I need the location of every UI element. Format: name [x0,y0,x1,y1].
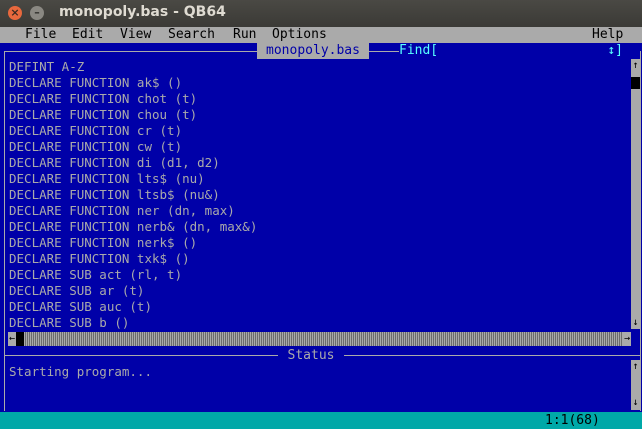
editor-frame-right [640,51,641,411]
close-window-button[interactable]: × [8,6,22,20]
minimize-window-button[interactable]: – [30,6,44,20]
code-line: DECLARE FUNCTION nerb& (dn, max&) [9,219,258,234]
horizontal-scroll-thumb[interactable] [16,332,24,346]
menu-file[interactable]: File [25,27,56,43]
scroll-down-icon[interactable]: ↓ [631,316,640,330]
status-divider-left [4,355,278,356]
menu-edit[interactable]: Edit [72,27,103,43]
scroll-up-icon[interactable]: ↑ [631,59,640,73]
status-scroll-down-icon[interactable]: ↓ [631,396,640,410]
editor-file-tab[interactable]: monopoly.bas [257,43,369,59]
code-line: DECLARE FUNCTION nerk$ () [9,235,198,250]
menu-help[interactable]: Help [592,27,623,43]
code-line: DECLARE FUNCTION cw (t) [9,139,183,154]
code-line: DECLARE FUNCTION di (d1, d2) [9,155,220,170]
code-line: DECLARE FUNCTION ltsb$ (nu&) [9,187,220,202]
cursor-position: 1:1(68) [545,413,600,428]
menu-bar: File Edit View Search Run Options Help [0,27,642,43]
code-line: DECLARE SUB auc (t) [9,299,152,314]
scroll-left-icon[interactable]: ← [8,332,16,346]
menu-run[interactable]: Run [233,27,256,43]
find-arrows-icon[interactable]: ↕] [607,43,623,58]
code-line: DECLARE FUNCTION ak$ () [9,75,183,90]
status-message: Starting program... [9,364,152,379]
scroll-right-icon[interactable]: → [623,332,631,346]
find-field[interactable]: Find[ ↕] [399,43,627,58]
code-line: DECLARE SUB b () [9,315,130,330]
vertical-scroll-thumb[interactable] [631,77,640,89]
menu-search[interactable]: Search [168,27,215,43]
code-line: DECLARE FUNCTION lts$ (nu) [9,171,205,186]
code-line: DECLARE FUNCTION chou (t) [9,107,198,122]
editor-frame-top-mid [369,51,399,52]
status-panel-title: Status [278,348,344,363]
editor-frame-left [4,51,5,411]
horizontal-scrollbar[interactable] [8,332,631,346]
menu-options[interactable]: Options [272,27,327,43]
status-scroll-up-icon[interactable]: ↑ [631,360,640,374]
bottom-status-bar: 1:1(68) [0,412,642,429]
window-title: monopoly.bas - QB64 [59,4,226,20]
menu-view[interactable]: View [120,27,151,43]
vertical-scrollbar[interactable] [631,59,640,329]
code-line: DECLARE FUNCTION chot (t) [9,91,198,106]
window-titlebar: × – monopoly.bas - QB64 [0,0,642,27]
code-editor[interactable]: DEFINT A-Z DECLARE FUNCTION ak$ () DECLA… [9,59,257,331]
code-line: DECLARE FUNCTION txk$ () [9,251,190,266]
code-line: DECLARE FUNCTION ner (dn, max) [9,203,235,218]
code-line: DECLARE SUB act (rl, t) [9,267,183,282]
status-divider-right [344,355,640,356]
find-label: Find[ [399,43,439,58]
editor-frame-top-left [4,51,257,52]
code-line: DECLARE FUNCTION cr (t) [9,123,183,138]
code-line: DEFINT A-Z [9,59,85,74]
code-line: DECLARE SUB ar (t) [9,283,145,298]
